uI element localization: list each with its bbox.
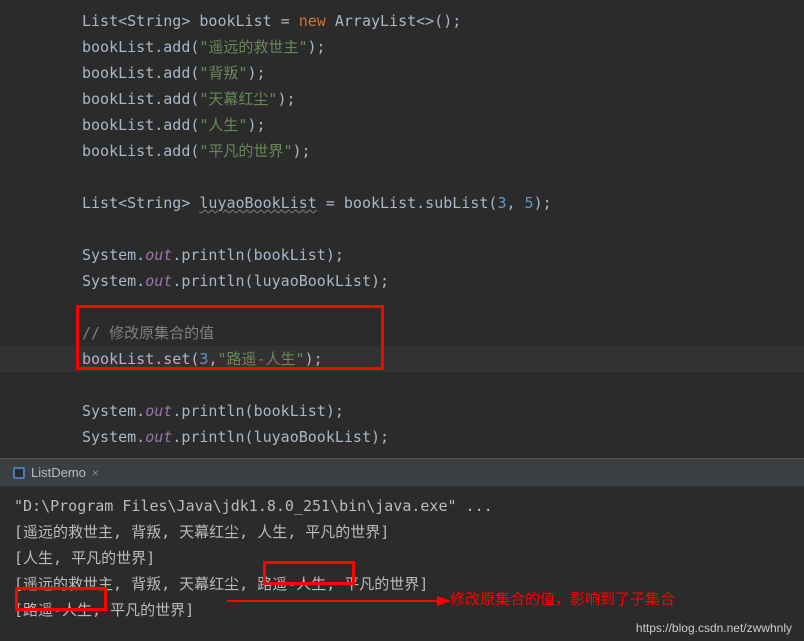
code-line: bookList.add("人生"); — [0, 112, 804, 138]
code-line: System.out.println(luyaoBookList); — [0, 268, 804, 294]
code-line — [0, 164, 804, 190]
code-line — [0, 372, 804, 398]
code-line-highlighted: bookList.set(3,"路遥-人生"); — [0, 346, 804, 372]
console-tab-bar: ListDemo × — [0, 459, 804, 487]
console-tab-label: ListDemo — [31, 465, 86, 480]
code-line: System.out.println(bookList); — [0, 242, 804, 268]
code-line: System.out.println(bookList); — [0, 398, 804, 424]
console-panel: ListDemo × "D:\Program Files\Java\jdk1.8… — [0, 458, 804, 629]
code-line — [0, 294, 804, 320]
run-config-icon — [12, 466, 26, 480]
code-line: bookList.add("背叛"); — [0, 60, 804, 86]
code-editor[interactable]: List<String> bookList = new ArrayList<>(… — [0, 0, 804, 458]
code-line: System.out.println(luyaoBookList); — [0, 424, 804, 450]
console-line: [人生, 平凡的世界] — [14, 545, 790, 571]
console-line: [遥远的救世主, 背叛, 天幕红尘, 人生, 平凡的世界] — [14, 519, 790, 545]
code-line: // 修改原集合的值 — [0, 320, 804, 346]
annotation-text: 修改原集合的值，影响到了子集合 — [450, 588, 675, 609]
console-line: "D:\Program Files\Java\jdk1.8.0_251\bin\… — [14, 493, 790, 519]
watermark: https://blog.csdn.net/zwwhnly — [636, 621, 792, 635]
code-line: bookList.add("遥远的救世主"); — [0, 34, 804, 60]
code-line: List<String> bookList = new ArrayList<>(… — [0, 8, 804, 34]
code-line: bookList.add("天幕红尘"); — [0, 86, 804, 112]
code-line: List<String> luyaoBookList = bookList.su… — [0, 190, 804, 216]
code-line — [0, 216, 804, 242]
code-line: bookList.add("平凡的世界"); — [0, 138, 804, 164]
console-output[interactable]: "D:\Program Files\Java\jdk1.8.0_251\bin\… — [0, 487, 804, 629]
console-tab[interactable]: ListDemo × — [4, 459, 107, 486]
close-icon[interactable]: × — [92, 466, 99, 480]
